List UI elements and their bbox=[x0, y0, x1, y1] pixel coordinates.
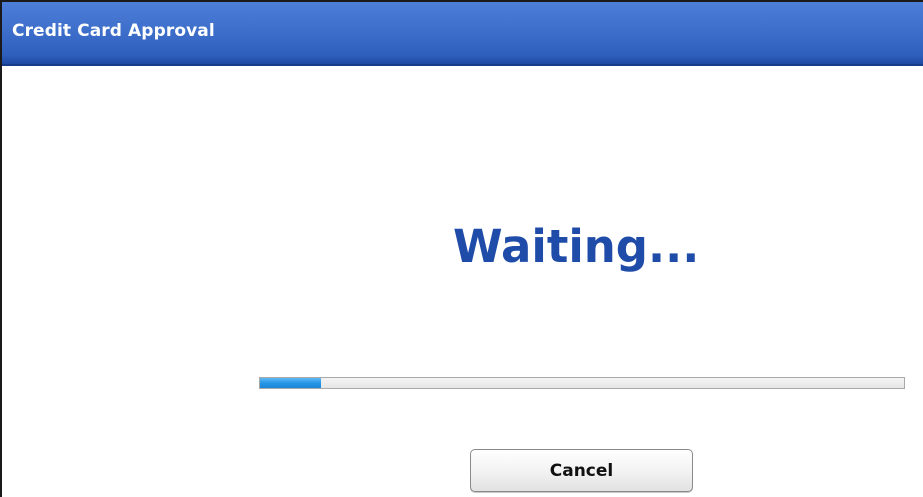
status-message: Waiting... bbox=[453, 220, 700, 273]
window-title: Credit Card Approval bbox=[12, 21, 215, 41]
title-bar[interactable]: Credit Card Approval bbox=[2, 2, 923, 66]
progress-bar-fill bbox=[260, 378, 322, 388]
cancel-button[interactable]: Cancel bbox=[470, 449, 693, 492]
progress-bar bbox=[259, 377, 905, 389]
credit-card-approval-window: Credit Card Approval Waiting... Cancel bbox=[0, 0, 923, 497]
cancel-button-label: Cancel bbox=[549, 460, 614, 481]
dialog-content bbox=[2, 66, 923, 497]
